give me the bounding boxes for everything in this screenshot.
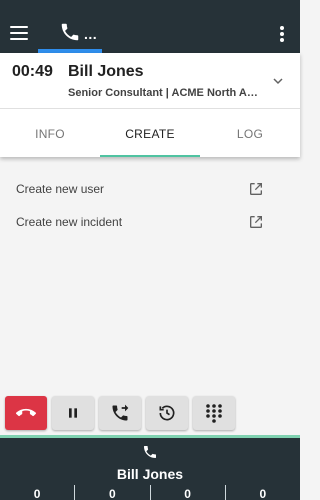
phone-icon xyxy=(61,23,79,41)
history-icon xyxy=(159,405,175,421)
more-vert-icon[interactable] xyxy=(280,26,286,42)
active-call-footer[interactable]: Bill Jones 0 0 0 0 xyxy=(0,435,300,500)
detail-tabs: INFO CREATE LOG xyxy=(0,110,300,157)
hangup-button[interactable] xyxy=(5,396,47,430)
tab-info-label: INFO xyxy=(35,126,65,141)
active-call-tab[interactable]: ... xyxy=(38,13,102,53)
hangup-icon xyxy=(16,408,36,417)
menu-icon[interactable] xyxy=(10,26,28,40)
create-new-incident-label: Create new incident xyxy=(16,215,123,229)
top-bar: ... xyxy=(0,0,300,53)
tab-overflow-text: ... xyxy=(84,26,98,42)
chevron-down-icon[interactable] xyxy=(270,73,286,89)
external-link-icon[interactable] xyxy=(248,181,264,197)
call-controls xyxy=(0,396,300,432)
tab-create[interactable]: CREATE xyxy=(100,110,200,157)
call-header[interactable]: 00:49 Bill Jones Senior Consultant | ACM… xyxy=(0,53,300,109)
hold-button[interactable] xyxy=(52,396,94,430)
transfer-button[interactable] xyxy=(99,396,141,430)
call-timer: 00:49 xyxy=(12,63,53,80)
pause-icon xyxy=(69,408,77,418)
caller-subtitle: Senior Consultant | ACME North America xyxy=(68,87,264,99)
tab-log-label: LOG xyxy=(236,126,264,141)
footer-caller-name: Bill Jones xyxy=(116,466,184,482)
counter-1: 0 xyxy=(33,487,41,500)
counter-3: 0 xyxy=(149,485,225,500)
counter-2: 0 xyxy=(74,485,149,500)
phone-icon xyxy=(144,446,156,458)
counter-4: 0 xyxy=(224,485,300,500)
history-button[interactable] xyxy=(146,396,188,430)
create-new-user-label: Create new user xyxy=(16,182,105,196)
create-new-incident-row[interactable]: Create new incident xyxy=(0,207,300,239)
call-card: 00:49 Bill Jones Senior Consultant | ACM… xyxy=(0,53,300,157)
create-new-user-row[interactable]: Create new user xyxy=(0,174,300,206)
tab-create-label: CREATE xyxy=(125,126,175,141)
active-tab-indicator xyxy=(100,155,200,157)
caller-name: Bill Jones xyxy=(68,63,144,80)
external-link-icon[interactable] xyxy=(248,214,264,230)
tab-log[interactable]: LOG xyxy=(200,110,300,157)
tab-info[interactable]: INFO xyxy=(0,110,100,157)
call-forward-icon xyxy=(112,404,129,421)
dialpad-icon xyxy=(206,404,222,423)
dialpad-button[interactable] xyxy=(193,396,235,430)
footer-counters: 0 0 0 0 xyxy=(0,485,300,500)
